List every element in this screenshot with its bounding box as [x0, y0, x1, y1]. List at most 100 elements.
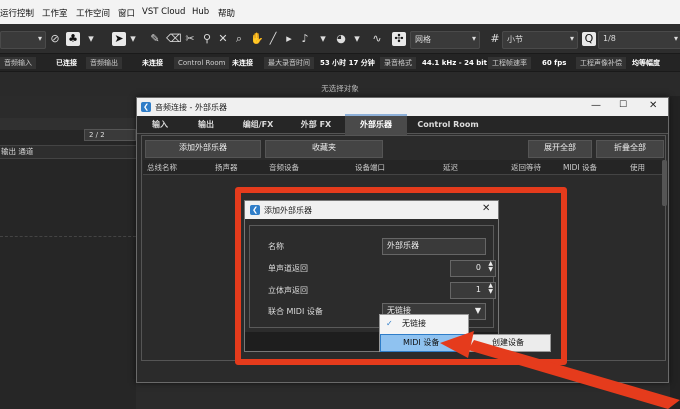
menu-workspaces[interactable]: 工作空间	[76, 7, 110, 19]
mono-return-stepper[interactable]: 0 ▲ ▼	[450, 260, 496, 277]
constrain-icon[interactable]: ⊘	[48, 32, 62, 46]
tab-inputs[interactable]: 输入	[137, 116, 183, 134]
quantize-select[interactable]: 1/8 ▾	[598, 31, 680, 49]
pencil-icon[interactable]: ✎	[148, 32, 162, 46]
column-header[interactable]: 返回等待	[511, 162, 541, 173]
no-selection-text: 无选择对象	[0, 72, 680, 96]
hand-icon[interactable]: ✋	[250, 32, 264, 46]
grid-select[interactable]: 网格 ▾	[410, 31, 480, 49]
status-value: 未连接	[142, 59, 163, 67]
eraser-icon[interactable]: ⌫	[166, 32, 182, 46]
stereo-return-stepper[interactable]: 1 ▲ ▼	[450, 282, 496, 299]
status-value: 均等幅度	[632, 59, 660, 67]
menu-vst-cloud[interactable]: VST Cloud	[142, 7, 185, 17]
app-logo-icon: ❮	[141, 102, 151, 112]
object-selection-icon[interactable]: ➤	[112, 32, 126, 46]
favorites-button[interactable]: 收藏夹	[265, 140, 383, 158]
chevron-down-icon[interactable]: ▾	[84, 32, 98, 46]
collapse-all-button[interactable]: 折叠全部	[596, 140, 664, 158]
column-header[interactable]: 延迟	[443, 162, 458, 173]
status-value: 53 小时 17 分钟	[320, 59, 375, 67]
output-channel-header[interactable]: 输出 通道	[0, 145, 136, 159]
add-external-instrument-button[interactable]: 添加外部乐器	[145, 140, 261, 158]
status-value: 60 fps	[542, 59, 567, 67]
menu-window[interactable]: 窗口	[118, 7, 135, 19]
status-label: 工程帧速率	[488, 57, 531, 69]
mono-return-value: 0	[475, 263, 481, 272]
grid-label: 网格	[415, 35, 431, 44]
close-icon[interactable]: ✕	[482, 203, 490, 214]
glue-icon[interactable]: ⚲	[200, 32, 214, 46]
app-logo-icon: ❮	[250, 205, 260, 215]
column-header[interactable]: MIDI 设备	[563, 162, 597, 173]
tab-outputs[interactable]: 输出	[183, 116, 229, 134]
menu-studio[interactable]: 工作室	[42, 7, 68, 19]
tab-group-fx[interactable]: 编组/FX	[229, 116, 287, 134]
snap-label: 小节	[507, 35, 523, 44]
toolbar: ▾ ⊘ ♣ ▾ ➤ ▾ ✎ ⌫ ✂ ⚲ ✕ ⌕ ✋ ╱ ▸ ♪ ▾ ◕ ▾ ∿ …	[0, 24, 680, 54]
status-label: 音频输入	[0, 57, 36, 69]
speaker-icon[interactable]: ♪	[298, 32, 312, 46]
check-icon: ✓	[386, 319, 393, 328]
column-header[interactable]: 设备端口	[355, 162, 385, 173]
annotation-arrow	[440, 331, 680, 409]
menu-bar: 运行控制 工作室 工作空间 窗口 VST Cloud Hub 帮助	[0, 0, 680, 24]
tab-bar: 输入 输出 编组/FX 外部 FX 外部乐器 Control Room	[137, 114, 668, 136]
mono-return-label: 单声道返回	[268, 264, 308, 273]
arrow-head	[440, 331, 474, 358]
chevron-down-icon: ▾	[569, 34, 574, 43]
mute-x-icon[interactable]: ✕	[216, 32, 230, 46]
stepper-arrows-icon[interactable]: ▲ ▼	[488, 283, 493, 295]
mode-select[interactable]: ▾	[0, 31, 46, 49]
scrollbar[interactable]	[662, 160, 667, 206]
status-label: 工程声像补偿	[576, 57, 626, 69]
stepper-arrows-icon[interactable]: ▲ ▼	[488, 261, 493, 273]
maximize-icon[interactable]: ☐	[619, 100, 627, 110]
status-label: Control Room	[174, 57, 230, 69]
tab-external-fx[interactable]: 外部 FX	[287, 116, 345, 134]
column-header[interactable]: 总线名称	[147, 162, 177, 173]
status-bar: 音频输入 已连接 音频输出 未连接 Control Room 未连接 最大录音时…	[0, 54, 680, 72]
menu-help[interactable]: 帮助	[218, 7, 235, 19]
chevron-down-icon: ▼	[474, 306, 481, 315]
automation-icon[interactable]: ♣	[66, 32, 80, 46]
name-label: 名称	[268, 242, 284, 251]
column-header[interactable]: 使用	[630, 162, 645, 173]
arrow-shaft	[468, 340, 680, 409]
form-frame: 名称 外部乐器 单声道返回 0 ▲ ▼ 立体声返回 1 ▲ ▼ 联合 MIDI 设备…	[249, 225, 496, 328]
scissors-icon[interactable]: ✂	[183, 32, 197, 46]
line-icon[interactable]: ╱	[266, 32, 280, 46]
midi-device-label: 联合 MIDI 设备	[268, 307, 323, 316]
status-label: 最大录音时间	[264, 57, 314, 69]
left-panel: 2 / 2 输出 通道	[0, 118, 136, 409]
menu-hub[interactable]: Hub	[192, 7, 209, 17]
zoom-icon[interactable]: ⌕	[232, 32, 246, 46]
expand-all-button[interactable]: 展开全部	[528, 140, 592, 158]
tool-dropdown-icon[interactable]: ▾	[316, 32, 330, 46]
tab-external-instruments[interactable]: 外部乐器	[345, 114, 407, 136]
tab-control-room[interactable]: Control Room	[407, 116, 489, 134]
minimize-icon[interactable]: —	[591, 100, 601, 111]
snap-icon[interactable]: ∿	[370, 32, 384, 46]
hash-icon: #	[490, 32, 500, 45]
close-icon[interactable]: ✕	[649, 100, 657, 111]
quantize-icon[interactable]: Q	[582, 32, 596, 46]
subdialog-title: 添加外部乐器	[264, 206, 312, 215]
quantize-label: 1/8	[603, 34, 616, 43]
color-dropdown-icon[interactable]: ▾	[350, 32, 364, 46]
dropdown-chevron-icon[interactable]: ▾	[126, 32, 140, 46]
play-icon[interactable]: ▸	[282, 32, 296, 46]
chevron-down-icon: ▾	[471, 34, 476, 43]
column-header[interactable]: 扬声器	[215, 162, 238, 173]
track-counter: 2 / 2	[84, 129, 136, 141]
name-input[interactable]: 外部乐器	[382, 238, 486, 255]
menu-transport[interactable]: 运行控制	[0, 7, 34, 19]
snap-select[interactable]: 小节 ▾	[502, 31, 578, 49]
column-header[interactable]: 音频设备	[269, 162, 299, 173]
color-icon[interactable]: ◕	[334, 32, 348, 46]
status-label: 音频输出	[86, 57, 122, 69]
stereo-return-label: 立体声返回	[268, 286, 308, 295]
status-value: 44.1 kHz - 24 bit	[422, 59, 488, 67]
snap-on-icon[interactable]: ✣	[392, 32, 406, 46]
status-label: 录音格式	[380, 57, 416, 69]
